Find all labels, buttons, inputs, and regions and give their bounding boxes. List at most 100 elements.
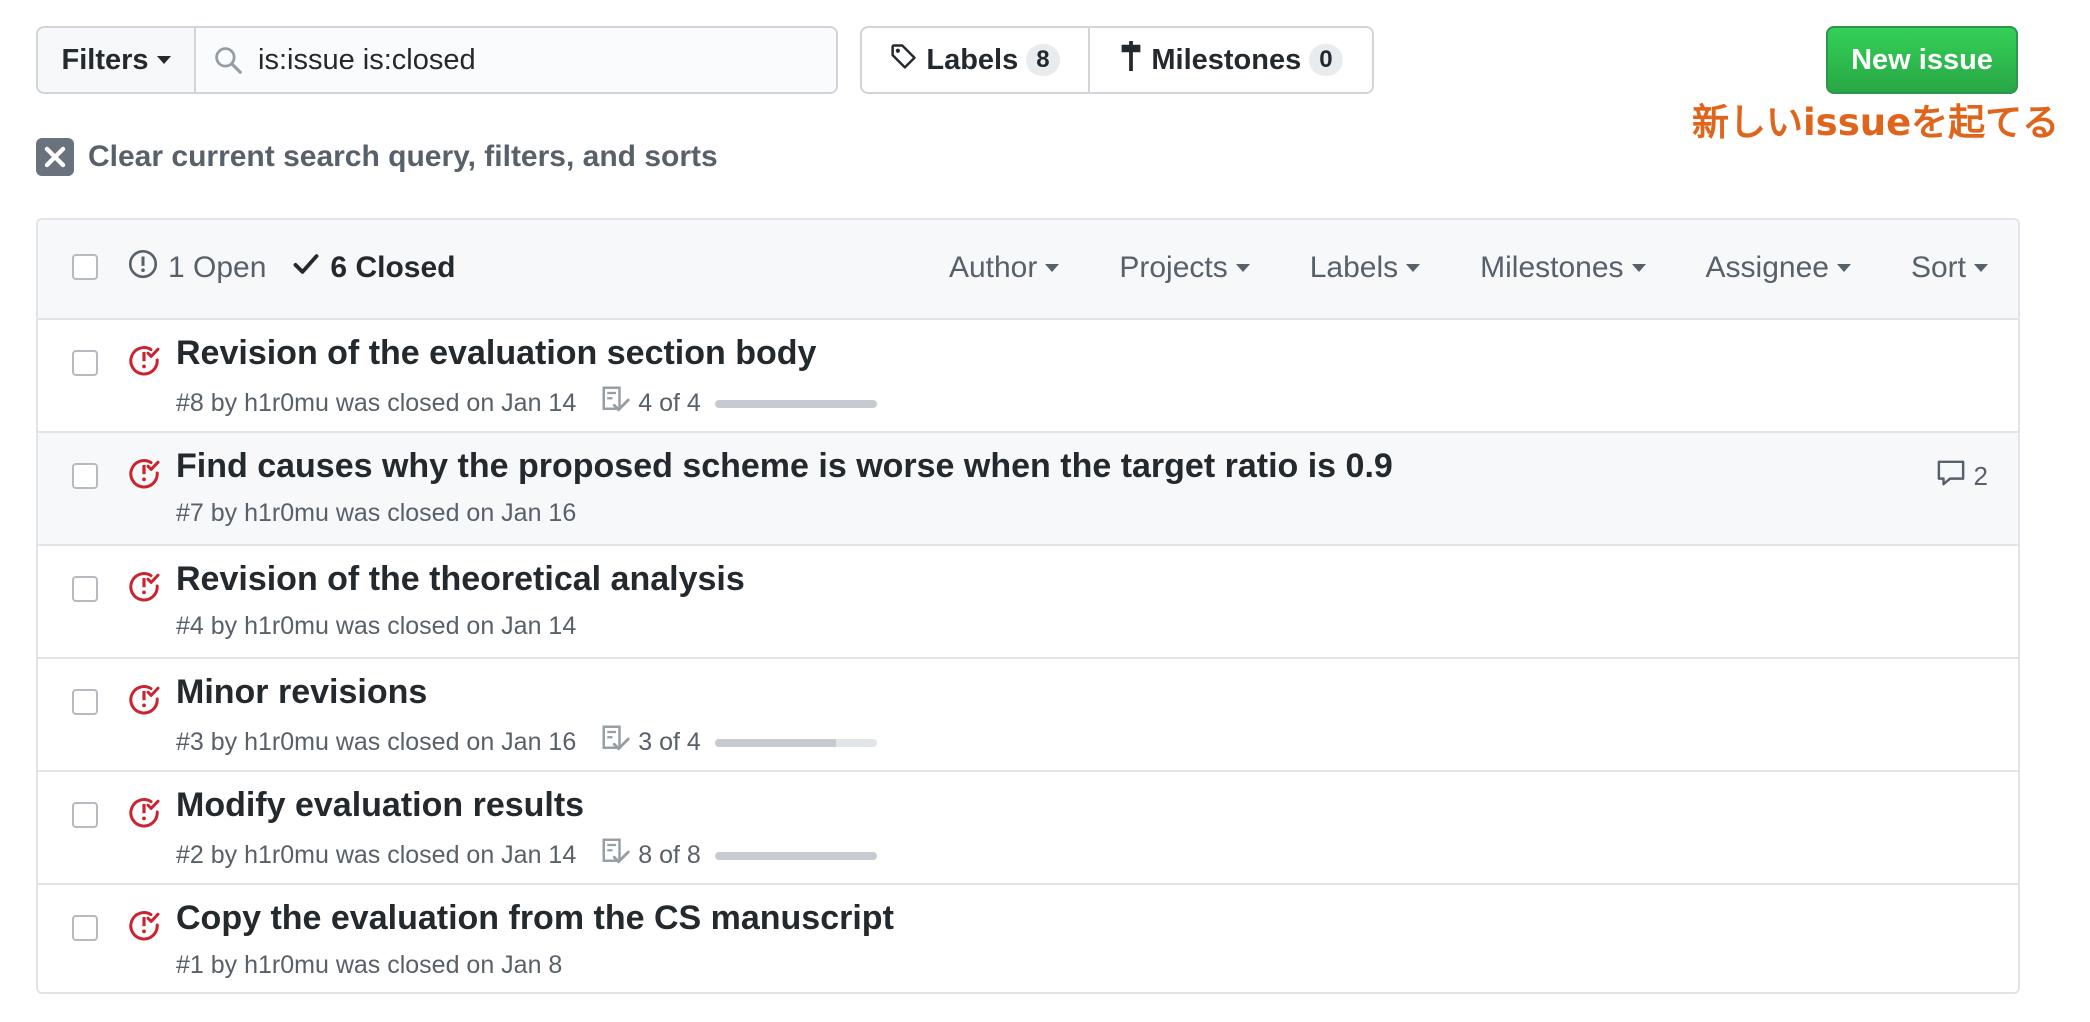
- issue-closed-icon: [128, 909, 160, 946]
- open-issues-link[interactable]: 1 Open: [128, 249, 266, 287]
- filters-button[interactable]: Filters: [36, 26, 196, 94]
- issue-closed-icon: [128, 796, 160, 833]
- issue-meta: #7 by h1r0mu was closed on Jan 16: [176, 499, 576, 528]
- task-progress: 8 of 8: [602, 838, 877, 873]
- chevron-down-icon: [156, 56, 171, 64]
- chevron-down-icon: [1235, 264, 1250, 272]
- task-count: 4 of 4: [638, 389, 701, 417]
- labels-button[interactable]: Labels 8: [862, 28, 1090, 92]
- chevron-down-icon: [1045, 264, 1060, 272]
- issue-meta-text: #2 by h1r0mu was closed on Jan 14: [176, 841, 577, 869]
- task-count: 3 of 4: [638, 728, 701, 756]
- assignee-menu[interactable]: Assignee: [1706, 251, 1851, 285]
- list-header: 1 Open 6 Closed Author Projects Labels M…: [38, 220, 2018, 320]
- milestones-count-badge: 0: [1309, 44, 1343, 76]
- issue-meta: #2 by h1r0mu was closed on Jan 14 8 of 8: [176, 838, 877, 873]
- search-icon: [214, 46, 242, 74]
- issue-meta: #4 by h1r0mu was closed on Jan 14: [176, 612, 576, 641]
- state-toggle: 1 Open 6 Closed: [128, 220, 455, 316]
- sort-menu[interactable]: Sort: [1911, 251, 1988, 285]
- comment-icon: [1936, 459, 1966, 494]
- annotation-text: 新しいissueを起てる: [1692, 101, 2060, 144]
- issue-closed-icon: [128, 457, 160, 494]
- issue-meta-text: #4 by h1r0mu was closed on Jan 14: [176, 612, 577, 640]
- milestone-icon: [1119, 41, 1143, 79]
- issue-meta-text: #1 by h1r0mu was closed on Jan 8: [176, 951, 563, 979]
- labels-milestones-group: Labels 8 Milestones 0: [860, 26, 1374, 94]
- issues-list: 1 Open 6 Closed Author Projects Labels M…: [36, 218, 2020, 994]
- issue-title-link[interactable]: Copy the evaluation from the CS manuscri…: [176, 899, 894, 938]
- author-menu[interactable]: Author: [948, 251, 1060, 285]
- issue-title-link[interactable]: Revision of the evaluation section body: [176, 334, 816, 373]
- issue-opened-icon: [128, 249, 158, 287]
- issue-row[interactable]: Find causes why the proposed scheme is w…: [38, 433, 2018, 546]
- projects-menu[interactable]: Projects: [1119, 251, 1250, 285]
- task-progress-bar: [714, 738, 877, 747]
- select-all-checkbox[interactable]: [72, 254, 98, 280]
- chevron-down-icon: [1406, 264, 1421, 272]
- open-count-label: 1 Open: [168, 251, 267, 284]
- issue-checkbox[interactable]: [72, 576, 98, 602]
- new-issue-button[interactable]: New issue: [1826, 26, 2018, 94]
- search-input[interactable]: [258, 43, 818, 77]
- issue-checkbox[interactable]: [72, 689, 98, 715]
- issue-title-link[interactable]: Revision of the theoretical analysis: [176, 560, 745, 599]
- issue-closed-icon: [128, 344, 160, 381]
- issue-title-link[interactable]: Minor revisions: [176, 673, 427, 712]
- task-progress-bar: [714, 399, 877, 408]
- comment-count: 2: [1973, 461, 1988, 491]
- milestones-menu[interactable]: Milestones: [1480, 251, 1646, 285]
- task-progress: 3 of 4: [602, 725, 877, 760]
- milestones-menu-label: Milestones: [1480, 251, 1624, 284]
- issue-meta: #8 by h1r0mu was closed on Jan 14 4 of 4: [176, 386, 877, 421]
- milestones-label: Milestones: [1151, 43, 1302, 76]
- projects-menu-label: Projects: [1119, 251, 1228, 284]
- labels-label: Labels: [926, 43, 1019, 76]
- close-icon: [36, 138, 74, 176]
- issue-closed-icon: [128, 570, 160, 607]
- filter-menus: Author Projects Labels Milestones Assign…: [949, 220, 1988, 316]
- closed-issues-link[interactable]: 6 Closed: [292, 250, 455, 286]
- chevron-down-icon: [1974, 264, 1988, 272]
- tag-icon: [890, 42, 918, 78]
- author-menu-label: Author: [948, 251, 1038, 284]
- clear-query-label: Clear current search query, filters, and…: [88, 140, 718, 173]
- issue-meta-text: #8 by h1r0mu was closed on Jan 14: [176, 389, 577, 417]
- milestones-button[interactable]: Milestones 0: [1090, 28, 1372, 92]
- task-progress: 4 of 4: [602, 386, 877, 421]
- filters-label: Filters: [61, 43, 149, 76]
- closed-count-label: 6 Closed: [330, 251, 456, 284]
- issue-row[interactable]: Modify evaluation results #2 by h1r0mu w…: [38, 772, 2018, 885]
- issue-row[interactable]: Revision of the theoretical analysis #4 …: [38, 546, 2018, 659]
- search-field[interactable]: [194, 26, 838, 94]
- checklist-icon: [602, 838, 630, 873]
- issue-checkbox[interactable]: [72, 915, 98, 941]
- labels-menu-label: Labels: [1309, 251, 1399, 284]
- check-icon: [292, 250, 320, 286]
- checklist-icon: [602, 725, 630, 760]
- issue-meta: #3 by h1r0mu was closed on Jan 16 3 of 4: [176, 725, 877, 760]
- checklist-icon: [602, 386, 630, 421]
- issue-checkbox[interactable]: [72, 350, 98, 376]
- issue-meta-text: #3 by h1r0mu was closed on Jan 16: [176, 728, 577, 756]
- comments-link[interactable]: 2: [1936, 459, 1988, 494]
- issue-row[interactable]: Copy the evaluation from the CS manuscri…: [38, 885, 2018, 992]
- issue-closed-icon: [128, 683, 160, 720]
- issue-checkbox[interactable]: [72, 802, 98, 828]
- chevron-down-icon: [1836, 264, 1851, 272]
- issue-meta: #1 by h1r0mu was closed on Jan 8: [176, 951, 562, 980]
- sort-menu-label: Sort: [1910, 251, 1966, 284]
- issue-meta-text: #7 by h1r0mu was closed on Jan 16: [176, 499, 577, 527]
- clear-query-link[interactable]: Clear current search query, filters, and…: [36, 138, 718, 176]
- issue-row[interactable]: Revision of the evaluation section body …: [38, 320, 2018, 433]
- labels-count-badge: 8: [1026, 44, 1060, 76]
- issue-checkbox[interactable]: [72, 463, 98, 489]
- assignee-menu-label: Assignee: [1705, 251, 1829, 284]
- issue-row[interactable]: Minor revisions #3 by h1r0mu was closed …: [38, 659, 2018, 772]
- task-progress-bar: [714, 851, 877, 860]
- issue-title-link[interactable]: Modify evaluation results: [176, 786, 584, 825]
- labels-menu[interactable]: Labels: [1309, 251, 1421, 285]
- issue-title-link[interactable]: Find causes why the proposed scheme is w…: [176, 447, 1393, 486]
- task-count: 8 of 8: [638, 841, 701, 869]
- chevron-down-icon: [1631, 264, 1646, 272]
